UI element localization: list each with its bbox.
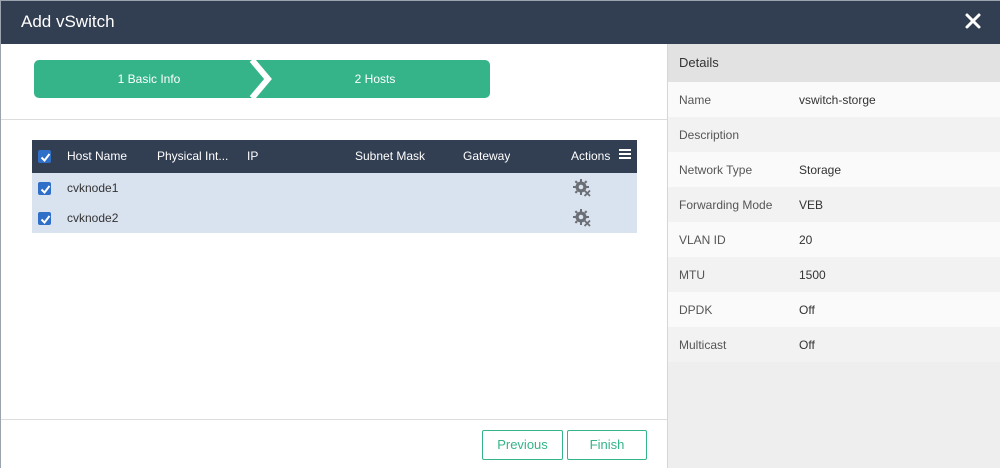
detail-row-forwarding-mode: Forwarding Mode VEB — [668, 187, 1000, 222]
step-label: 1 Basic Info — [117, 72, 181, 86]
detail-key: Network Type — [679, 163, 753, 177]
select-all-checkbox[interactable] — [38, 150, 51, 163]
column-ip[interactable]: IP — [247, 140, 258, 173]
add-vswitch-dialog: Add vSwitch 1 Basic Info 2 Hosts Host Na… — [0, 0, 1000, 468]
row-checkbox[interactable] — [38, 182, 51, 195]
detail-key: MTU — [679, 268, 705, 282]
gear-remove-icon[interactable] — [572, 178, 592, 198]
step-basic-info[interactable]: 1 Basic Info — [34, 60, 264, 98]
wizard-main-panel: 1 Basic Info 2 Hosts Host Name Physical … — [1, 44, 667, 468]
detail-row-dpdk: DPDK Off — [668, 292, 1000, 327]
detail-value: Storage — [799, 163, 842, 177]
detail-value: VEB — [799, 198, 824, 212]
detail-row-description: Description — [668, 117, 1000, 152]
detail-value: 1500 — [799, 268, 826, 282]
finish-button[interactable]: Finish — [567, 430, 647, 460]
step-label: 2 Hosts — [354, 72, 396, 86]
details-header: Details — [668, 44, 1000, 82]
row-checkbox[interactable] — [38, 212, 51, 225]
column-subnet-mask[interactable]: Subnet Mask — [355, 140, 425, 173]
detail-key: Description — [679, 128, 740, 142]
details-panel: Details Name vswitch-storge Description … — [667, 44, 1000, 468]
column-menu-icon[interactable] — [619, 149, 631, 159]
detail-key: DPDK — [679, 303, 713, 317]
detail-row-name: Name vswitch-storge — [668, 82, 1000, 117]
detail-row-network-type: Network Type Storage — [668, 152, 1000, 187]
gear-remove-icon[interactable] — [572, 208, 592, 228]
table-row[interactable]: cvknode2 — [32, 203, 637, 233]
previous-button[interactable]: Previous — [482, 430, 563, 460]
divider — [1, 419, 667, 420]
column-gateway[interactable]: Gateway — [463, 140, 510, 173]
column-host-name[interactable]: Host Name — [67, 140, 127, 173]
detail-value: Off — [799, 303, 815, 317]
column-actions: Actions — [571, 149, 611, 163]
host-name-cell: cvknode2 — [67, 211, 119, 225]
host-name-cell: cvknode1 — [67, 181, 119, 195]
detail-key: VLAN ID — [679, 233, 726, 247]
divider — [1, 119, 667, 120]
detail-key: Multicast — [679, 338, 727, 352]
wizard-stepper: 1 Basic Info 2 Hosts — [34, 60, 490, 98]
dialog-title: Add vSwitch — [21, 12, 115, 31]
detail-row-vlan-id: VLAN ID 20 — [668, 222, 1000, 257]
table-row[interactable]: cvknode1 — [32, 173, 637, 203]
detail-row-mtu: MTU 1500 — [668, 257, 1000, 292]
hosts-table: Host Name Physical Int... IP Subnet Mask… — [32, 140, 637, 233]
step-chevron-icon — [249, 60, 272, 98]
detail-key: Forwarding Mode — [679, 198, 773, 212]
column-physical-interface[interactable]: Physical Int... — [157, 140, 237, 173]
details-title: Details — [679, 55, 719, 70]
detail-key: Name — [679, 93, 712, 107]
close-icon[interactable] — [963, 11, 983, 31]
table-header: Host Name Physical Int... IP Subnet Mask… — [32, 140, 637, 173]
detail-value: vswitch-storge — [799, 93, 876, 107]
step-hosts[interactable]: 2 Hosts — [260, 60, 490, 98]
detail-value: Off — [799, 338, 815, 352]
dialog-titlebar: Add vSwitch — [1, 1, 1000, 44]
detail-row-multicast: Multicast Off — [668, 327, 1000, 362]
detail-value: 20 — [799, 233, 813, 247]
